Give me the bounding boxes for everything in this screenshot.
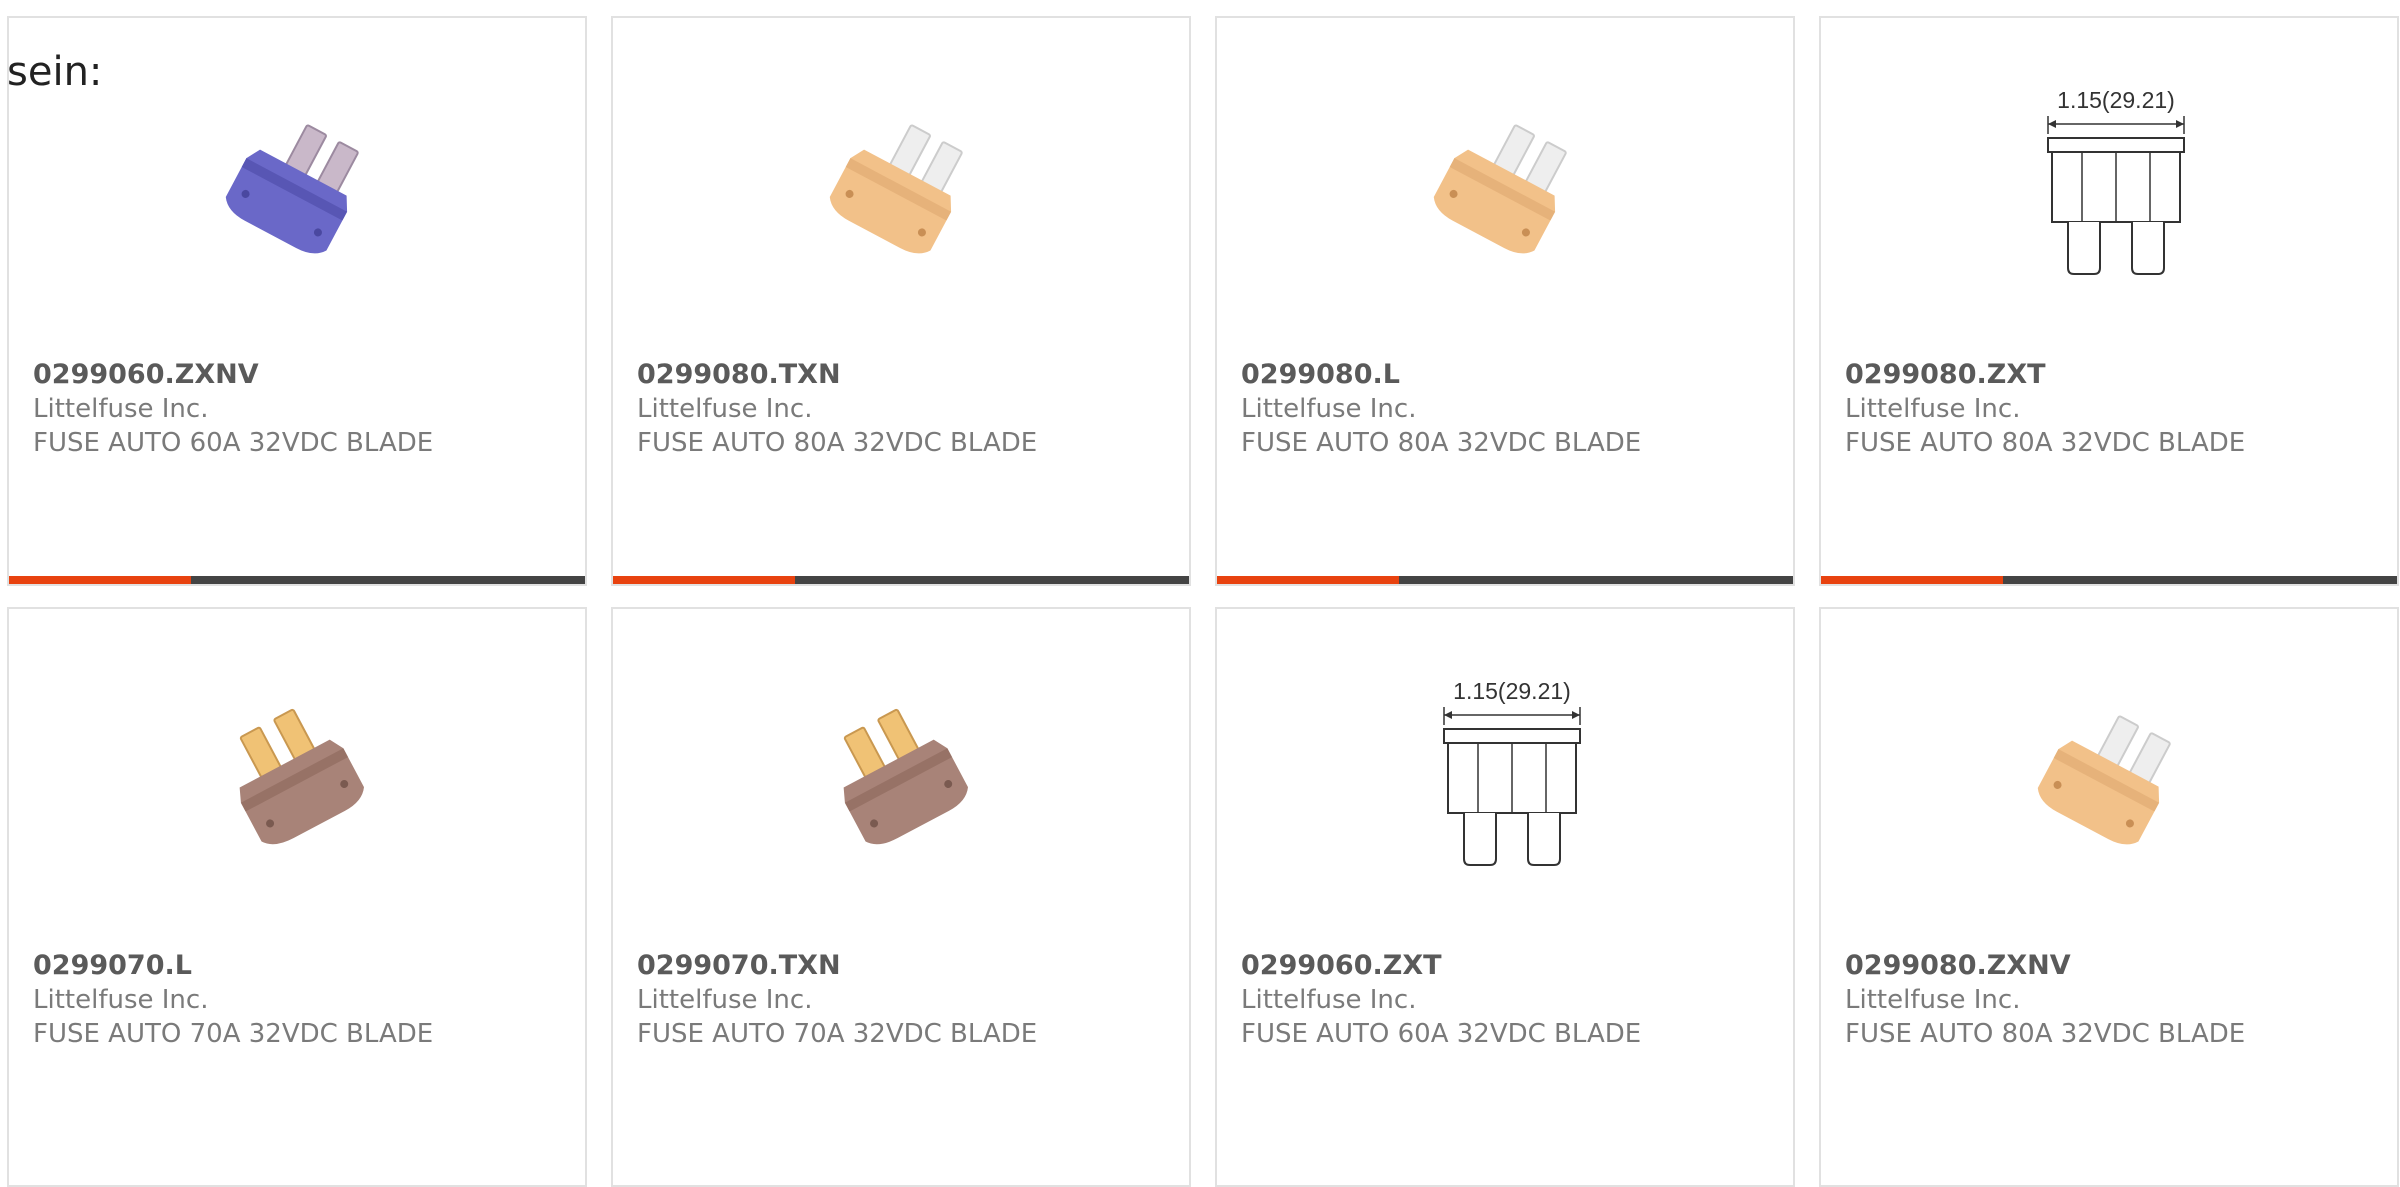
product-info: 0299080.ZXT Littelfuse Inc. FUSE AUTO 80… (1845, 358, 2373, 460)
product-description: FUSE AUTO 80A 32VDC BLADE (1845, 1019, 2246, 1049)
lead-text: sein: (7, 49, 103, 95)
accent-bar (613, 576, 795, 584)
product-card[interactable]: 0299070.TXN Littelfuse Inc. FUSE AUTO 70… (611, 607, 1191, 1187)
product-image[interactable] (2006, 679, 2206, 879)
card-footer-bar (1217, 576, 1793, 584)
product-card[interactable]: 0299080.ZXNV Littelfuse Inc. FUSE AUTO 8… (1819, 607, 2399, 1187)
product-grid: 0299060.ZXNV Littelfuse Inc. FUSE AUTO 6… (7, 16, 2400, 1187)
brown-blade-fuse-icon (843, 708, 968, 845)
product-image[interactable] (194, 679, 394, 879)
product-info: 0299080.TXN Littelfuse Inc. FUSE AUTO 80… (637, 358, 1165, 460)
product-image[interactable] (1402, 88, 1602, 288)
product-description: FUSE AUTO 80A 32VDC BLADE (637, 428, 1038, 458)
product-description: FUSE AUTO 70A 32VDC BLADE (637, 1019, 1038, 1049)
part-number-link[interactable]: 0299060.ZXT (1241, 949, 1769, 983)
dimension-label: 1.15(29.21) (2057, 88, 2175, 113)
product-image[interactable] (798, 679, 998, 879)
product-description: FUSE AUTO 70A 32VDC BLADE (33, 1019, 434, 1049)
orange-blade-fuse-icon (2037, 715, 2171, 845)
product-image[interactable] (194, 88, 394, 288)
card-footer-bar (1821, 576, 2397, 584)
product-description: FUSE AUTO 60A 32VDC BLADE (1241, 1019, 1642, 1049)
manufacturer: Littelfuse Inc. (1845, 985, 2021, 1015)
fuse-dimension-drawing-icon: 1.15(29.21) (1443, 679, 1581, 866)
blue-blade-fuse-icon (225, 124, 359, 254)
product-info: 0299080.L Littelfuse Inc. FUSE AUTO 80A … (1241, 358, 1769, 460)
manufacturer: Littelfuse Inc. (1241, 394, 1417, 424)
product-card[interactable]: 1.15(29.21) 0299080.ZXT Littelfuse Inc. … (1819, 16, 2399, 586)
manufacturer: Littelfuse Inc. (1845, 394, 2021, 424)
dimension-label: 1.15(29.21) (1453, 679, 1571, 704)
product-description: FUSE AUTO 60A 32VDC BLADE (33, 428, 434, 458)
product-card[interactable]: 0299080.L Littelfuse Inc. FUSE AUTO 80A … (1215, 16, 1795, 586)
product-image[interactable]: 1.15(29.21) (2006, 88, 2206, 288)
product-info: 0299080.ZXNV Littelfuse Inc. FUSE AUTO 8… (1845, 949, 2373, 1051)
part-number-link[interactable]: 0299060.ZXNV (33, 358, 561, 392)
product-description: FUSE AUTO 80A 32VDC BLADE (1241, 428, 1642, 458)
card-footer-bar (9, 576, 585, 584)
manufacturer: Littelfuse Inc. (637, 985, 813, 1015)
part-number-link[interactable]: 0299080.TXN (637, 358, 1165, 392)
product-card[interactable]: 0299070.L Littelfuse Inc. FUSE AUTO 70A … (7, 607, 587, 1187)
part-number-link[interactable]: 0299080.L (1241, 358, 1769, 392)
accent-bar (9, 576, 191, 584)
product-info: 0299070.TXN Littelfuse Inc. FUSE AUTO 70… (637, 949, 1165, 1051)
manufacturer: Littelfuse Inc. (637, 394, 813, 424)
accent-bar (1217, 576, 1399, 584)
orange-blade-fuse-icon (1433, 124, 1567, 254)
fuse-dimension-drawing-icon: 1.15(29.21) (2047, 88, 2185, 275)
product-info: 0299060.ZXNV Littelfuse Inc. FUSE AUTO 6… (33, 358, 561, 460)
manufacturer: Littelfuse Inc. (33, 985, 209, 1015)
product-card[interactable]: 1.15(29.21) 0299060.ZXT Littelfuse Inc. … (1215, 607, 1795, 1187)
product-image[interactable]: 1.15(29.21) (1402, 679, 1602, 879)
part-number-link[interactable]: 0299070.TXN (637, 949, 1165, 983)
product-info: 0299070.L Littelfuse Inc. FUSE AUTO 70A … (33, 949, 561, 1051)
part-number-link[interactable]: 0299080.ZXT (1845, 358, 2373, 392)
part-number-link[interactable]: 0299080.ZXNV (1845, 949, 2373, 983)
part-number-link[interactable]: 0299070.L (33, 949, 561, 983)
orange-blade-fuse-icon (829, 124, 963, 254)
manufacturer: Littelfuse Inc. (1241, 985, 1417, 1015)
accent-bar (1821, 576, 2003, 584)
product-card[interactable]: 0299060.ZXNV Littelfuse Inc. FUSE AUTO 6… (7, 16, 587, 586)
card-footer-bar (613, 576, 1189, 584)
brown-blade-fuse-icon (239, 708, 364, 845)
manufacturer: Littelfuse Inc. (33, 394, 209, 424)
product-card[interactable]: 0299080.TXN Littelfuse Inc. FUSE AUTO 80… (611, 16, 1191, 586)
product-image[interactable] (798, 88, 998, 288)
product-info: 0299060.ZXT Littelfuse Inc. FUSE AUTO 60… (1241, 949, 1769, 1051)
product-description: FUSE AUTO 80A 32VDC BLADE (1845, 428, 2246, 458)
